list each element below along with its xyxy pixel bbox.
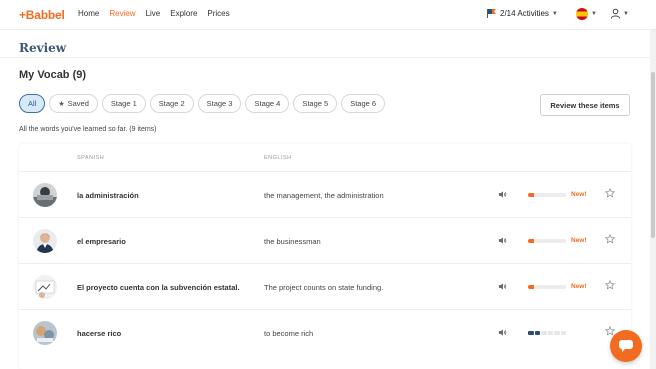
vocab-heading: My Vocab (9) (19, 69, 87, 81)
progress-bar (528, 239, 566, 243)
column-header-english: ENGLISH (264, 155, 292, 161)
filter-stage-3[interactable]: Stage 3 (197, 94, 242, 113)
chevron-down-icon: ▼ (591, 11, 597, 17)
english-translation: The project counts on state funding. (264, 283, 384, 292)
stage-segment (534, 331, 540, 335)
user-menu[interactable]: ▼ (610, 8, 629, 19)
spanish-term: hacerse rico (77, 329, 122, 338)
filter-stage-6[interactable]: Stage 6 (341, 94, 386, 113)
vocab-table: SPANISH ENGLISH la administración the ma… (19, 144, 631, 369)
nav-prices[interactable]: Prices (207, 9, 229, 18)
spanish-term: El proyecto cuenta con la subvención est… (77, 283, 240, 292)
page-title: Review (19, 41, 67, 55)
filter-stage-1[interactable]: Stage 1 (101, 94, 146, 113)
progress-fill (528, 239, 534, 243)
filter-all[interactable]: All (19, 94, 46, 113)
chevron-down-icon: ▼ (551, 10, 558, 17)
star-icon[interactable] (605, 234, 615, 244)
stage-segment (554, 331, 560, 335)
table-row: hacerse rico to become rich (19, 309, 631, 355)
table-row: El proyecto cuenta con la subvención est… (19, 263, 631, 309)
chevron-down-icon: ▼ (623, 10, 629, 17)
nav-home[interactable]: Home (78, 9, 99, 18)
word-image (33, 275, 57, 299)
english-translation: the businessman (264, 237, 321, 246)
language-selector[interactable]: ▼ (576, 8, 597, 20)
word-image (33, 183, 57, 207)
divider (0, 57, 650, 58)
speaker-icon[interactable] (498, 282, 507, 291)
nav-explore[interactable]: Explore (170, 9, 197, 18)
progress-bar (528, 285, 566, 289)
stage-progress (528, 331, 566, 335)
scrollbar-thumb[interactable] (651, 72, 655, 238)
star-icon: ★ (58, 100, 65, 108)
new-badge: New! (571, 283, 587, 290)
progress-bar (528, 193, 566, 197)
table-row: el empresario the businessman New! (19, 217, 631, 263)
speaker-icon[interactable] (498, 236, 507, 245)
star-icon[interactable] (605, 188, 615, 198)
stage-segment (547, 331, 553, 335)
stage-segment (541, 331, 547, 335)
stage-segment (560, 331, 566, 335)
stage-segment (528, 331, 534, 335)
filter-stage-4[interactable]: Stage 4 (245, 94, 290, 113)
vocab-description: All the words you've learned so far. (9 … (19, 126, 157, 133)
speaker-icon[interactable] (498, 190, 507, 199)
chat-icon (619, 340, 633, 352)
nav-live[interactable]: Live (146, 9, 161, 18)
nav-review[interactable]: Review (109, 9, 135, 18)
new-badge: New! (571, 237, 587, 244)
word-image (33, 229, 57, 253)
english-translation: to become rich (264, 329, 314, 338)
flag-icon (487, 9, 496, 18)
filter-stage-5[interactable]: Stage 5 (293, 94, 338, 113)
progress-fill (528, 285, 534, 289)
star-icon[interactable] (605, 280, 615, 290)
spanish-term: la administración (77, 191, 139, 200)
new-badge: New! (571, 191, 587, 198)
review-items-button[interactable]: Review these items (540, 94, 630, 116)
english-translation: the management, the administration (264, 191, 384, 200)
activities-dropdown[interactable]: 2/14 Activities ▼ (486, 9, 558, 18)
table-row: la administración the management, the ad… (19, 171, 631, 217)
babbel-logo[interactable]: +Babbel (19, 8, 65, 22)
speaker-icon[interactable] (498, 328, 507, 337)
column-header-spanish: SPANISH (77, 155, 105, 161)
stage-filters: All ★ Saved Stage 1 Stage 2 Stage 3 Stage… (19, 94, 386, 113)
activities-count: 2/14 Activities (500, 9, 549, 18)
filter-saved[interactable]: ★ Saved (49, 94, 98, 113)
filter-stage-2[interactable]: Stage 2 (149, 94, 194, 113)
spanish-term: el empresario (77, 237, 126, 246)
main-nav: Home Review Live Explore Prices (78, 9, 240, 18)
user-icon (610, 8, 621, 19)
word-image (33, 321, 57, 345)
chat-button[interactable] (610, 330, 642, 362)
top-navigation: +Babbel Home Review Live Explore Prices … (0, 0, 656, 30)
progress-fill (528, 193, 534, 197)
scrollbar[interactable] (650, 30, 656, 369)
spain-flag-icon (576, 8, 588, 20)
